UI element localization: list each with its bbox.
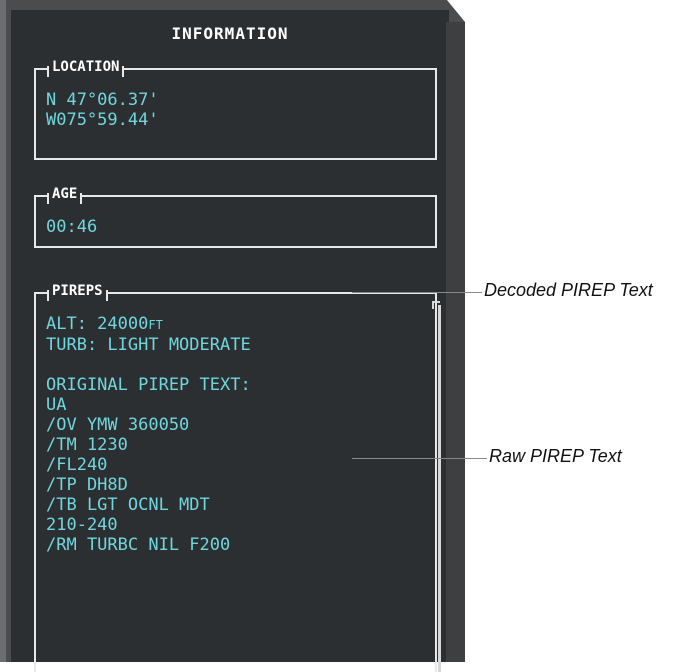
info-panel: INFORMATION LOCATION N 47°06.37' W075°59… <box>11 10 449 672</box>
scrollbar-cap-side <box>432 301 434 309</box>
raw-callout-line <box>352 458 487 459</box>
pirep-line: /TM 1230 <box>46 435 128 455</box>
pirep-line: UA <box>46 395 67 415</box>
age-value: 00:46 <box>46 217 98 237</box>
pirep-line: /TB LGT OCNL MDT <box>46 495 210 515</box>
raw-callout-text: Raw PIREP Text <box>489 446 622 466</box>
pirep-alt-value: ALT: 24000 <box>46 314 149 334</box>
pireps-box: PIREPS ALT: 24000FT TURB: LIGHT MODERATE… <box>34 282 437 672</box>
age-label: AGE <box>46 185 83 204</box>
age-box: AGE 00:46 <box>34 185 437 248</box>
pireps-label: PIREPS <box>47 282 108 301</box>
pirep-alt: ALT: 24000FT <box>46 314 251 335</box>
pirep-line: /RM TURBC NIL F200 <box>46 535 231 555</box>
decoded-callout-text: Decoded PIREP Text <box>484 280 653 300</box>
pireps-text[interactable]: ALT: 24000FT TURB: LIGHT MODERATE ​ ORIG… <box>46 314 251 555</box>
pirep-line: /OV YMW 360050 <box>46 415 190 435</box>
pirep-line: /TP DH8D <box>46 475 128 495</box>
window-title: INFORMATION <box>171 24 289 43</box>
pirep-line: ORIGINAL PIREP TEXT: <box>46 375 251 395</box>
pirep-line: ​ <box>46 355 251 375</box>
location-label: LOCATION <box>46 58 125 77</box>
pirep-alt-unit: FT <box>148 318 163 332</box>
decoded-callout-line <box>352 292 482 293</box>
info-window: INFORMATION LOCATION N 47°06.37' W075°59… <box>0 0 465 672</box>
location-box: LOCATION N 47°06.37' W075°59.44' <box>34 58 437 160</box>
pirep-line: TURB: LIGHT MODERATE <box>46 335 251 355</box>
bezel-corner <box>447 0 465 22</box>
pireps-scrollbar[interactable] <box>438 305 441 672</box>
pirep-line: 210-240 <box>46 515 118 535</box>
location-lon: W075°59.44' <box>46 110 159 130</box>
location-lat: N 47°06.37' <box>46 90 159 110</box>
pirep-line: /FL240 <box>46 455 108 475</box>
